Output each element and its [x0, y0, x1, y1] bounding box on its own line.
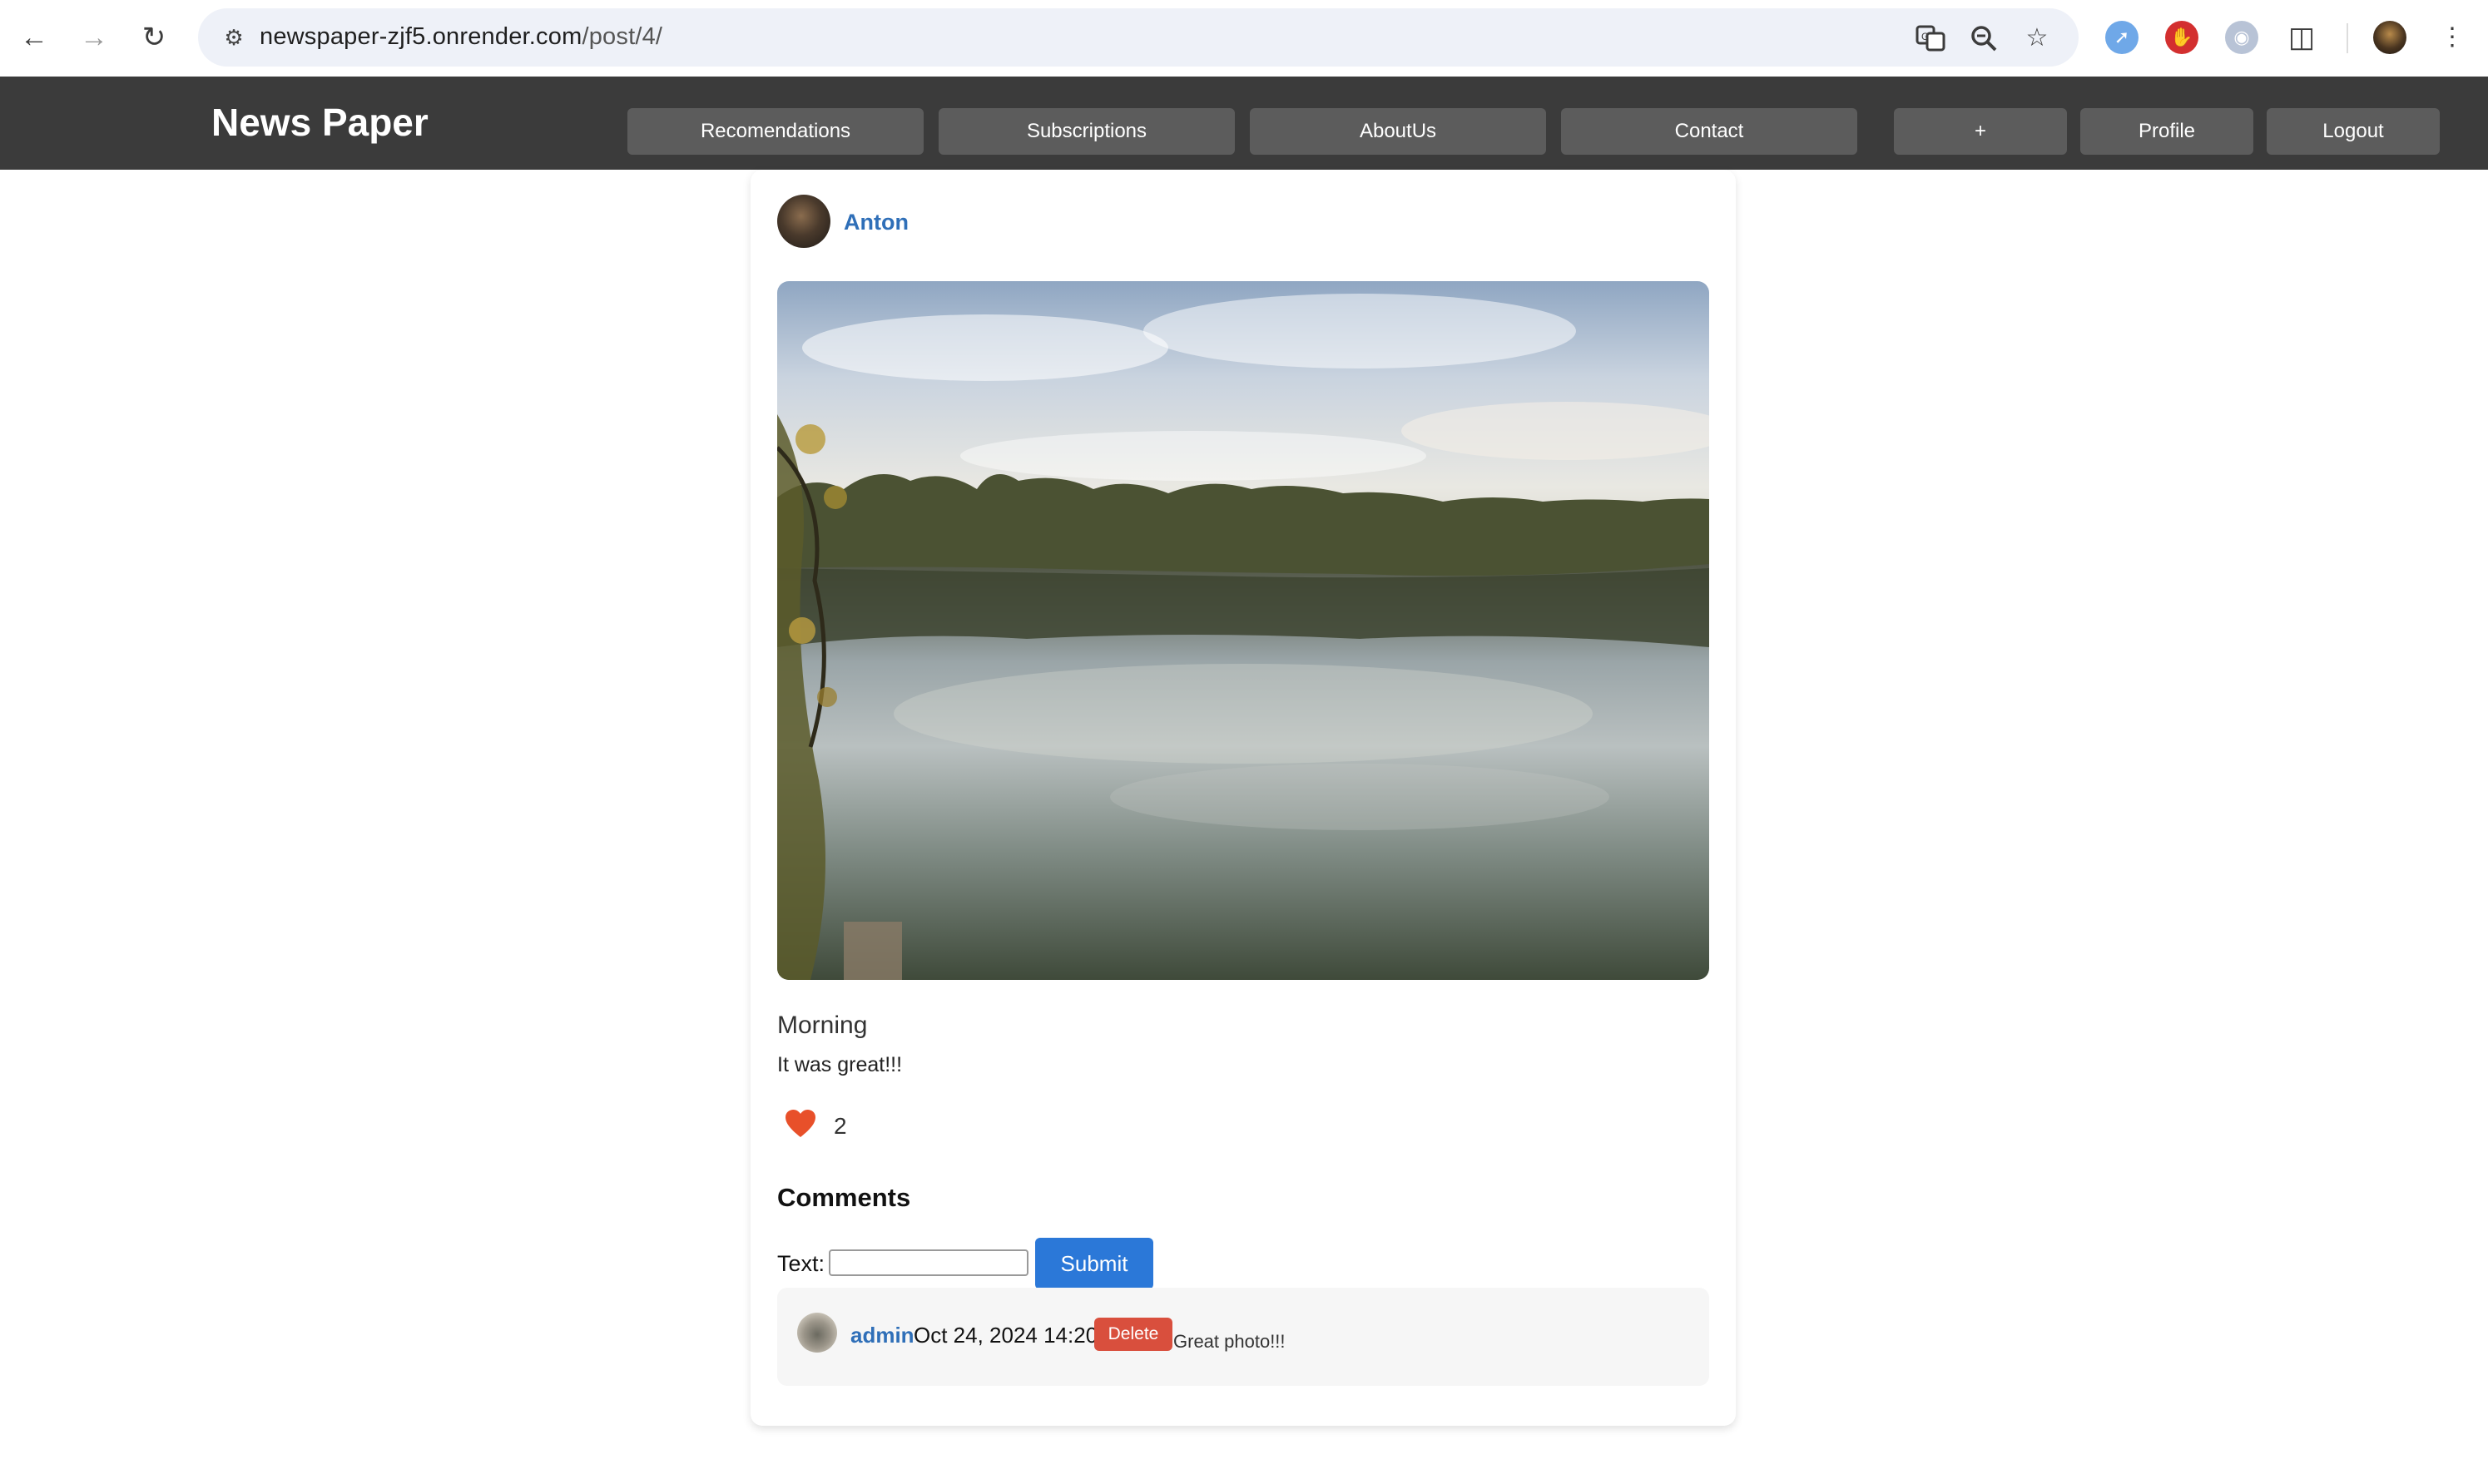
post-title: Morning	[777, 1012, 868, 1039]
zoom-icon[interactable]	[1967, 22, 2000, 55]
browser-profile-avatar[interactable]	[2373, 21, 2406, 54]
reload-icon[interactable]: ↻	[135, 18, 173, 57]
like-count: 2	[834, 1113, 847, 1139]
comment-text: Great photo!!!	[1173, 1331, 1286, 1352]
profile-button[interactable]: Profile	[2080, 108, 2253, 155]
bookmark-star-icon[interactable]: ☆	[2020, 22, 2054, 55]
heart-icon[interactable]	[784, 1108, 817, 1141]
delete-comment-button[interactable]: Delete	[1094, 1318, 1172, 1351]
submit-comment-button[interactable]: Submit	[1035, 1238, 1153, 1289]
comments-heading: Comments	[777, 1183, 911, 1212]
author-avatar[interactable]	[777, 195, 830, 248]
comment-text-label: Text:	[777, 1251, 825, 1276]
svg-text:G: G	[1921, 31, 1929, 42]
post-image	[777, 281, 1709, 980]
comment-item: admin Oct 24, 2024 14:20 Delete Great ph…	[777, 1288, 1709, 1386]
browser-toolbar: ← → ↻ ⚙ newspaper-zjf5.onrender.com/post…	[0, 0, 2488, 77]
address-bar[interactable]: ⚙ newspaper-zjf5.onrender.com/post/4/ G …	[198, 8, 2079, 67]
post-body: It was great!!!	[777, 1053, 903, 1076]
nav-recommendations-button[interactable]: Recomendations	[627, 108, 924, 155]
extension-shield-icon[interactable]: ◉	[2225, 21, 2258, 54]
site-logo[interactable]: News Paper	[211, 100, 429, 145]
translate-icon[interactable]: G	[1914, 22, 1947, 55]
extension-compass-icon[interactable]: ➚	[2105, 21, 2139, 54]
author-link[interactable]: Anton	[844, 210, 909, 235]
toolbar-divider	[2347, 23, 2348, 53]
add-post-button[interactable]: +	[1894, 108, 2067, 155]
comment-text-input[interactable]	[829, 1249, 1028, 1276]
extension-adblock-icon[interactable]: ✋	[2165, 21, 2198, 54]
back-icon[interactable]: ←	[15, 18, 53, 57]
comment-date: Oct 24, 2024 14:20	[914, 1323, 1098, 1348]
comment-author-avatar[interactable]	[797, 1313, 837, 1353]
site-header: News Paper Recomendations Subscriptions …	[0, 77, 2488, 170]
comment-author-link[interactable]: admin	[850, 1323, 914, 1348]
nav-aboutus-button[interactable]: AboutUs	[1250, 108, 1546, 155]
site-info-icon[interactable]: ⚙	[220, 23, 248, 52]
url-text[interactable]: newspaper-zjf5.onrender.com/post/4/	[260, 23, 662, 51]
forward-icon[interactable]: →	[75, 18, 113, 57]
logout-button[interactable]: Logout	[2267, 108, 2440, 155]
nav-contact-button[interactable]: Contact	[1561, 108, 1857, 155]
browser-menu-icon[interactable]: ⋮	[2433, 18, 2471, 57]
nav-subscriptions-button[interactable]: Subscriptions	[939, 108, 1235, 155]
extensions-puzzle-icon[interactable]: ◫	[2285, 21, 2318, 54]
post-card: Anton Morning It was great!!! 2 Comments…	[751, 170, 1736, 1426]
